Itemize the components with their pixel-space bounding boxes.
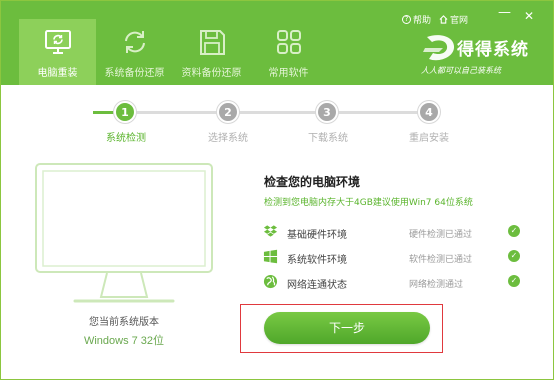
check-subtitle: 检测到您电脑内存大于4GB建议使用Win7 64位系统 xyxy=(264,198,473,208)
step-3-circle: 3 xyxy=(316,101,338,123)
website-label: 官网 xyxy=(450,16,469,26)
check-ok-icon: ✓ xyxy=(508,250,520,262)
check-ok-icon: ✓ xyxy=(508,225,520,237)
step-3-label: 下载系统 xyxy=(308,133,348,144)
dropbox-icon xyxy=(263,225,278,237)
step-2-circle: 2 xyxy=(217,101,239,123)
step-4-circle: 4 xyxy=(418,101,440,123)
nav-label: 电脑重装 xyxy=(37,68,78,79)
check-status: 网络检测通过 xyxy=(409,280,464,290)
floppy-disk-icon xyxy=(199,30,225,55)
check-title: 检查您的电脑环境 xyxy=(264,175,361,189)
nav-item-software[interactable]: 常用软件 xyxy=(250,19,327,85)
check-name: 基础硬件环境 xyxy=(287,230,347,241)
nav-label: 资料备份还原 xyxy=(181,68,242,79)
nav-item-data-backup[interactable]: 资料备份还原 xyxy=(173,19,250,85)
header-bar: 电脑重装 系统备份还原 资料备份还原 常用软件 ? 帮助 官网 — ✕ 得得系统… xyxy=(1,1,553,85)
nav-label: 常用软件 xyxy=(268,68,309,79)
monitor-refresh-icon xyxy=(44,30,71,54)
help-label: 帮助 xyxy=(413,16,432,26)
logo-mark-icon xyxy=(423,35,455,61)
step-2-label: 选择系统 xyxy=(208,133,248,144)
check-name: 网络连通状态 xyxy=(287,280,347,291)
nav-item-system-backup[interactable]: 系统备份还原 xyxy=(96,19,173,85)
apps-grid-icon xyxy=(276,30,301,54)
app-window: 电脑重装 系统备份还原 资料备份还原 常用软件 ? 帮助 官网 — ✕ 得得系统… xyxy=(0,0,554,380)
check-status: 硬件检测已通过 xyxy=(409,230,473,240)
progress-steps: 1 2 3 4 系统检测 选择系统 下载系统 重启安装 xyxy=(93,101,473,144)
main-nav: 电脑重装 系统备份还原 资料备份还原 常用软件 xyxy=(19,19,327,85)
check-list: 基础硬件环境 硬件检测已通过 ✓ 系统软件环境 软件检测已通过 ✓ 网络连通状态… xyxy=(263,223,525,298)
current-system-value: Windows 7 32位 xyxy=(83,335,165,347)
check-status: 软件检测已通过 xyxy=(409,255,473,265)
check-row-software: 系统软件环境 软件检测已通过 ✓ xyxy=(263,248,525,273)
current-system-label: 您当前系统版本 xyxy=(89,317,159,328)
check-ok-icon: ✓ xyxy=(508,275,520,287)
brand-logo: 得得系统 人人都可以自己装系统 xyxy=(421,35,551,81)
nav-item-reinstall[interactable]: 电脑重装 xyxy=(19,19,96,85)
step-connector xyxy=(133,111,433,114)
next-step-button[interactable]: 下一步 xyxy=(264,312,430,344)
globe-icon xyxy=(263,274,278,289)
sync-icon xyxy=(124,31,145,53)
monitor-illustration xyxy=(35,163,213,303)
minimize-button[interactable]: — xyxy=(498,6,511,19)
nav-label: 系统备份还原 xyxy=(104,68,165,79)
home-icon xyxy=(439,15,448,24)
logo-name: 得得系统 xyxy=(457,40,529,60)
check-name: 系统软件环境 xyxy=(287,255,347,266)
website-link[interactable]: 官网 xyxy=(439,13,468,26)
windows-logo-icon xyxy=(263,249,278,264)
logo-slogan: 人人都可以自己装系统 xyxy=(421,66,501,75)
close-button[interactable]: ✕ xyxy=(524,10,534,22)
step-1-label: 系统检测 xyxy=(106,133,146,144)
step-4-label: 重启安装 xyxy=(409,133,449,144)
step-1-circle: 1 xyxy=(114,101,136,123)
check-row-hardware: 基础硬件环境 硬件检测已通过 ✓ xyxy=(263,223,525,248)
top-links: ? 帮助 官网 xyxy=(402,13,476,26)
help-link[interactable]: ? 帮助 xyxy=(402,13,431,26)
check-row-network: 网络连通状态 网络检测通过 ✓ xyxy=(263,273,525,298)
question-icon: ? xyxy=(402,15,411,24)
